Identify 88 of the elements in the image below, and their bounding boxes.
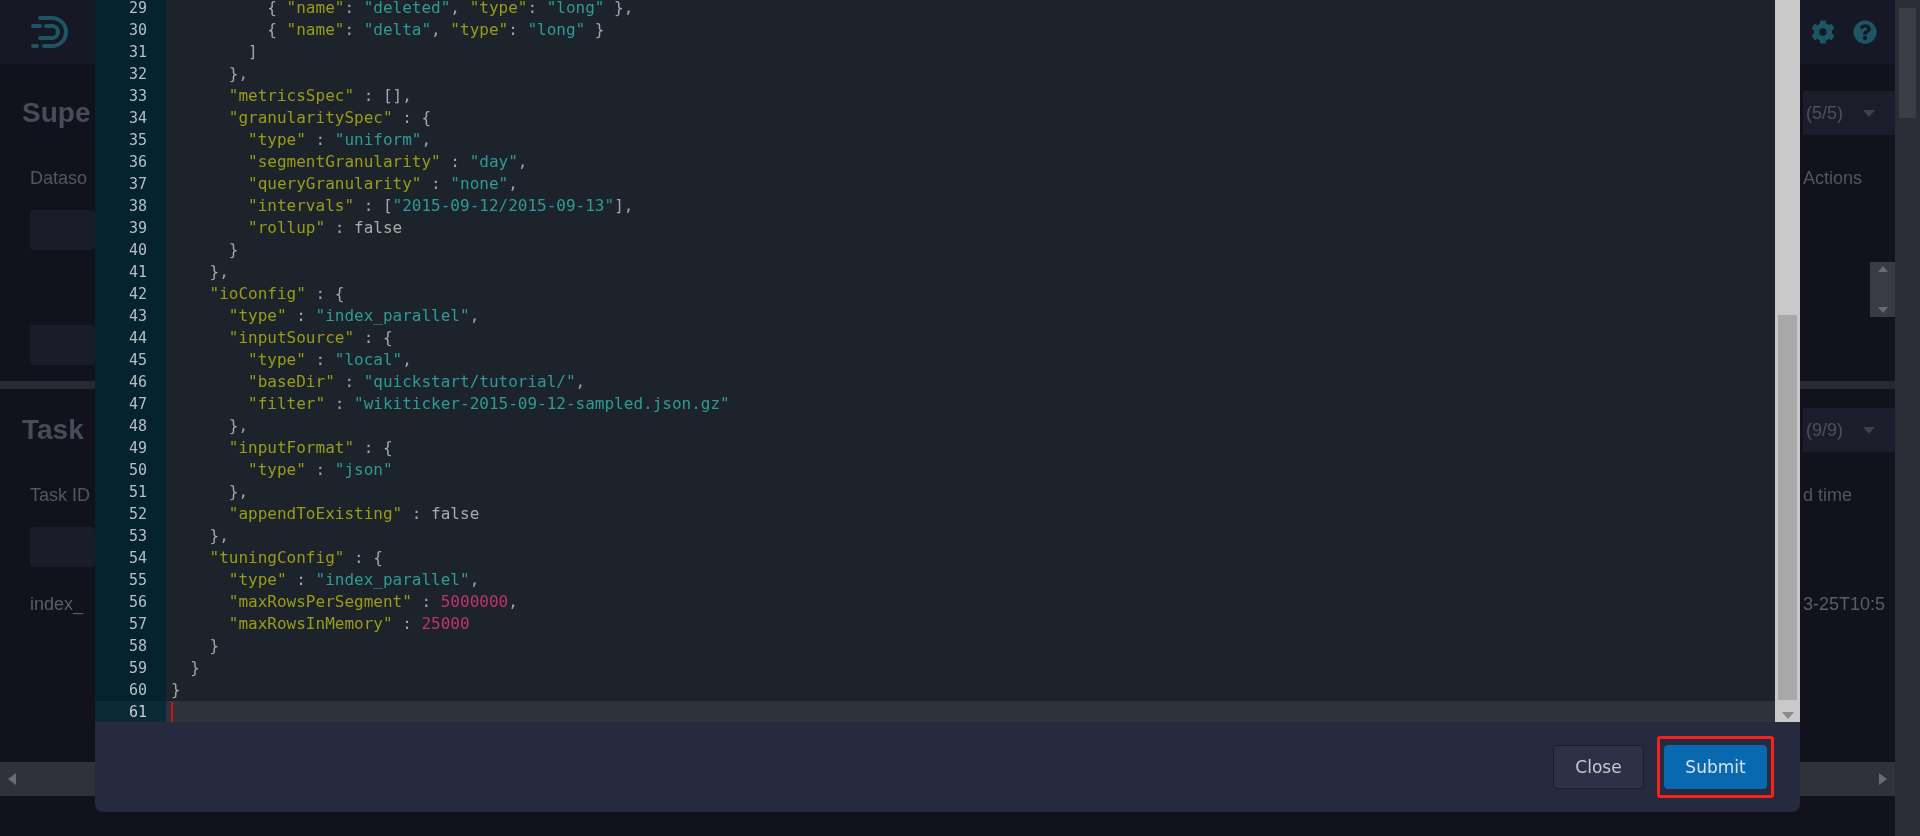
code-line: "granularitySpec" : { [227, 107, 432, 129]
column-header: d time [1803, 484, 1853, 506]
line-number: 33 [127, 86, 148, 107]
code-line: } [227, 239, 239, 261]
line-number: 55 [127, 570, 148, 591]
help-icon[interactable] [1853, 20, 1877, 44]
code-line: { "name": "deleted", "type": "long" }, [266, 0, 634, 19]
down-arrow-icon[interactable] [1877, 307, 1888, 313]
code-line: }, [227, 63, 249, 85]
line-number: 59 [127, 658, 148, 679]
code-line: }, [227, 415, 249, 437]
line-number: 47 [127, 394, 148, 415]
code-line: "maxRowsInMemory" : 25000 [227, 613, 470, 635]
code-line: "maxRowsPerSegment" : 5000000, [227, 591, 518, 613]
section-title: Supe [22, 97, 91, 129]
line-number: 56 [127, 592, 148, 613]
column-header: Actions [1803, 167, 1863, 189]
line-number: 38 [127, 196, 148, 217]
line-number: 31 [127, 42, 148, 63]
scrollbar[interactable] [1775, 0, 1800, 722]
code-line: "filter" : "wikiticker-2015-09-12-sampled.json.gz" [247, 393, 730, 415]
line-number: 52 [127, 504, 148, 525]
code-line: } [189, 657, 200, 679]
line-number: 49 [127, 438, 148, 459]
line-number: 40 [127, 240, 148, 261]
code-line: } [208, 635, 220, 657]
table-cell: index_ [30, 593, 84, 615]
line-number: 37 [127, 174, 148, 195]
line-number: 44 [127, 328, 148, 349]
code-line: }, [208, 525, 229, 547]
code-line: "rollup" : false [247, 217, 403, 239]
line-number: 35 [127, 130, 148, 151]
caret-icon [1863, 109, 1875, 117]
line-number: 58 [127, 636, 148, 657]
line-number: 45 [127, 350, 148, 371]
line-number: 61 [95, 701, 166, 722]
submit-button[interactable]: Submit [1664, 745, 1767, 789]
line-number: 30 [127, 20, 148, 41]
code-line: }, [227, 481, 249, 503]
table-cell: 3-25T10:5 [1803, 593, 1886, 615]
left-arrow-icon[interactable] [8, 773, 16, 785]
line-number: 54 [127, 548, 148, 569]
code-line: "type" : "json" [247, 459, 393, 481]
code-line: "inputSource" : { [227, 327, 393, 349]
code-line: "type" : "local", [247, 349, 412, 371]
code-line: "baseDir" : "quickstart/tutorial/", [247, 371, 586, 393]
code-line: "queryGranularity" : "none", [247, 173, 518, 195]
code-line: "type" : "uniform", [247, 129, 432, 151]
line-number: 34 [127, 108, 148, 129]
code-line: "segmentGranularity" : "day", [247, 151, 528, 173]
line-number: 48 [127, 416, 148, 437]
code-line: }, [208, 261, 229, 283]
code-line: "intervals" : ["2015-09-12/2015-09-13"], [247, 195, 634, 217]
section-title: Task [22, 414, 84, 446]
text-cursor [171, 702, 173, 722]
line-number: 51 [127, 482, 148, 503]
code-line: "inputFormat" : { [227, 437, 393, 459]
line-number: 36 [127, 152, 148, 173]
code-line: "metricsSpec" : [], [227, 85, 412, 107]
down-arrow-icon[interactable] [1781, 712, 1794, 719]
line-number: 57 [127, 614, 148, 635]
close-button[interactable]: Close [1553, 745, 1644, 789]
line-number: 60 [127, 680, 148, 701]
line-number: 29 [127, 0, 148, 19]
code-line: "tuningConfig" : { [208, 547, 383, 569]
code-line: ] [247, 41, 258, 63]
code-line: "appendToExisting" : false [227, 503, 480, 525]
code-line: } [171, 679, 181, 701]
line-number: 32 [127, 64, 148, 85]
right-arrow-icon[interactable] [1879, 773, 1887, 785]
column-header: Dataso [30, 167, 88, 189]
up-arrow-icon[interactable] [1877, 266, 1888, 272]
line-number: 53 [127, 526, 148, 547]
code-line: "type" : "index_parallel", [227, 305, 480, 327]
scrollbar[interactable] [1870, 262, 1895, 317]
column-header: Task ID [30, 484, 90, 506]
line-number: 46 [127, 372, 148, 393]
line-number: 39 [127, 218, 148, 239]
code-line: "ioConfig" : { [208, 283, 345, 305]
line-number: 42 [127, 284, 148, 305]
scrollbar[interactable] [1895, 0, 1920, 836]
line-number: 41 [127, 262, 148, 283]
settings-icon[interactable] [1811, 20, 1835, 44]
caret-icon [1863, 426, 1875, 434]
line-number: 50 [127, 460, 148, 481]
code-line: "type" : "index_parallel", [227, 569, 480, 591]
line-number: 43 [127, 306, 148, 327]
code-line: { "name": "delta", "type": "long" } [266, 19, 605, 41]
